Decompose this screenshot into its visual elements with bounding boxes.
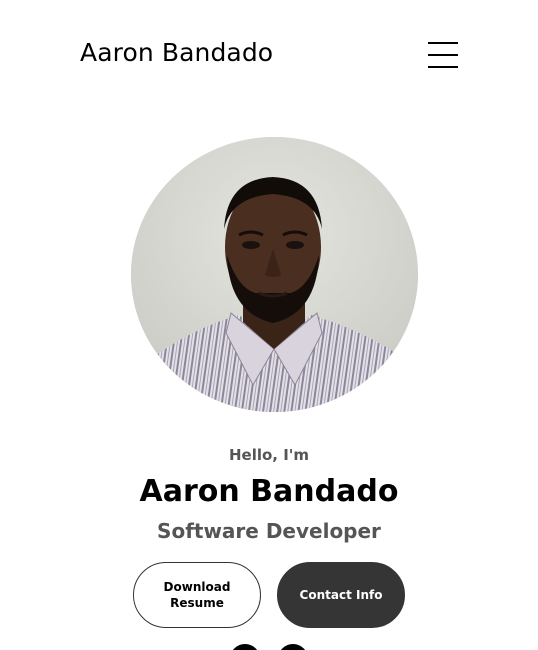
profile-title: Software Developer: [157, 519, 381, 543]
profile-name: Aaron Bandado: [139, 474, 399, 509]
hamburger-line: [428, 66, 458, 68]
profile-picture: [131, 137, 418, 412]
linkedin-icon[interactable]: [230, 644, 260, 650]
contact-info-button[interactable]: Contact Info: [277, 562, 405, 628]
nav-logo[interactable]: Aaron Bandado: [80, 38, 273, 67]
hamburger-menu-icon[interactable]: [428, 42, 458, 68]
hamburger-line: [428, 42, 458, 44]
download-resume-button[interactable]: Download Resume: [133, 562, 261, 628]
hamburger-line: [428, 54, 458, 56]
github-icon[interactable]: [278, 644, 308, 650]
page: Aaron Bandado Hello, I'm Aaron Bandado S…: [0, 0, 538, 650]
greeting-text: Hello, I'm: [228, 446, 310, 464]
